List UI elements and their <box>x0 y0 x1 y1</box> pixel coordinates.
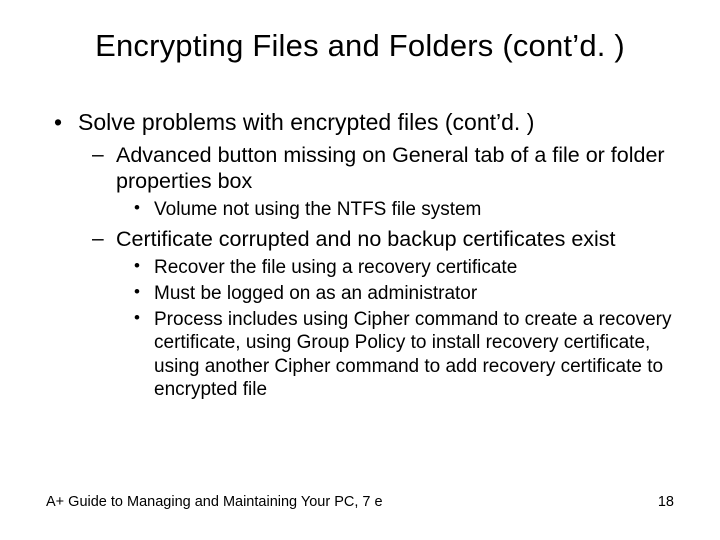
bullet-l3: Process includes using Cipher command to… <box>132 308 672 401</box>
bullet-l2-text: Advanced button missing on General tab o… <box>116 143 665 193</box>
bullet-l3: Must be logged on as an administrator <box>132 282 672 305</box>
bullet-l2-text: Certificate corrupted and no backup cert… <box>116 227 616 251</box>
bullet-l3-text: Process includes using Cipher command to… <box>154 309 671 400</box>
bullet-list-level1: Solve problems with encrypted files (con… <box>50 108 672 401</box>
slide-title: Encrypting Files and Folders (cont’d. ) <box>0 28 720 64</box>
bullet-list-level3: Recover the file using a recovery certif… <box>116 256 672 401</box>
bullet-l2: Advanced button missing on General tab o… <box>88 142 672 222</box>
footer-source: A+ Guide to Managing and Maintaining You… <box>46 494 383 510</box>
slide-body: Solve problems with encrypted files (con… <box>50 108 672 407</box>
bullet-l3: Volume not using the NTFS file system <box>132 198 672 221</box>
bullet-l3-text: Volume not using the NTFS file system <box>154 199 481 220</box>
bullet-l3-text: Must be logged on as an administrator <box>154 283 477 304</box>
bullet-list-level2: Advanced button missing on General tab o… <box>78 142 672 401</box>
bullet-l3: Recover the file using a recovery certif… <box>132 256 672 279</box>
footer-page-number: 18 <box>658 494 674 510</box>
bullet-l1: Solve problems with encrypted files (con… <box>50 108 672 401</box>
slide: Encrypting Files and Folders (cont’d. ) … <box>0 0 720 540</box>
bullet-l3-text: Recover the file using a recovery certif… <box>154 257 517 278</box>
bullet-l2: Certificate corrupted and no backup cert… <box>88 226 672 401</box>
bullet-l1-text: Solve problems with encrypted files (con… <box>78 109 534 135</box>
bullet-list-level3: Volume not using the NTFS file system <box>116 198 672 221</box>
